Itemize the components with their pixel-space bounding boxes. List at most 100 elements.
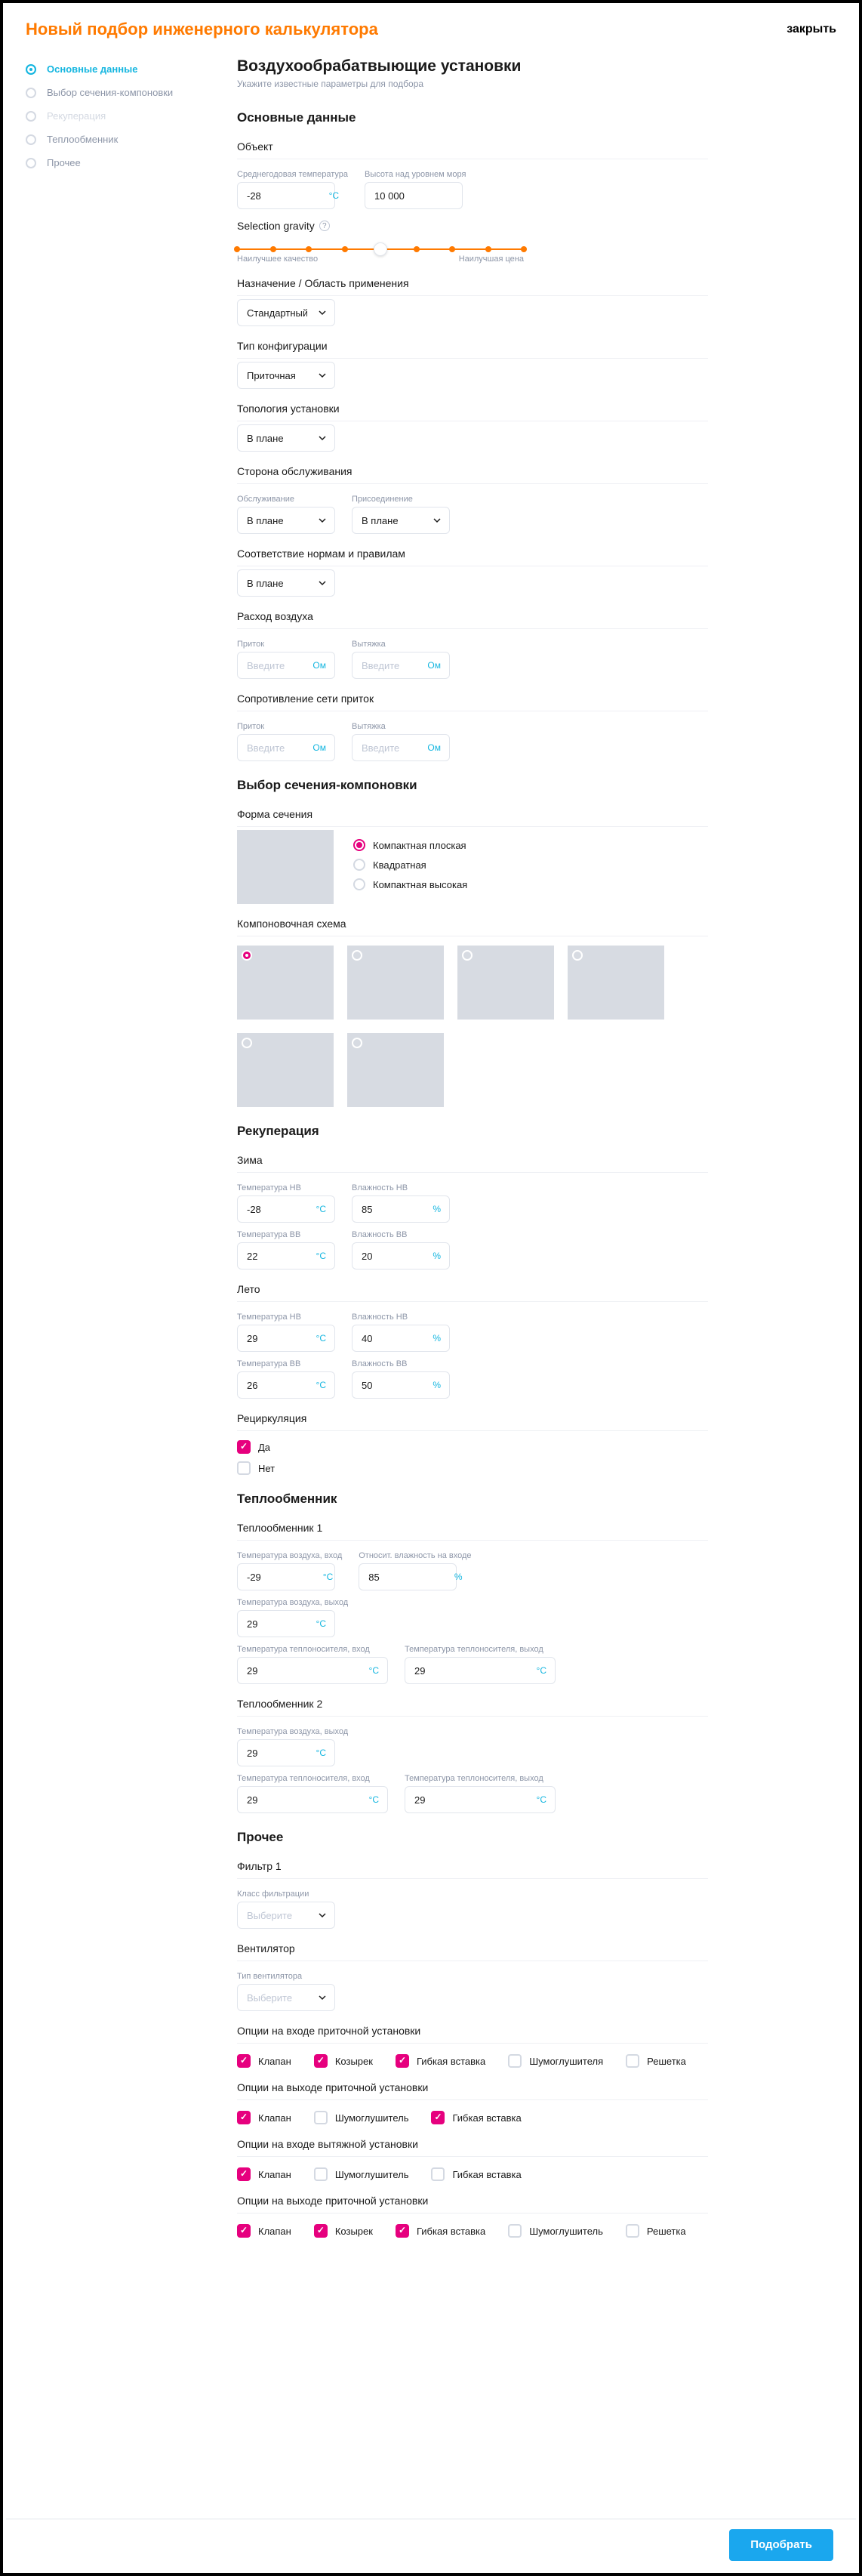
opt-out-supply2-checks: Клапан Козырек Гибкая вставка Шумоглушитель… [237,2224,708,2238]
purpose-select[interactable] [237,299,335,326]
group-opt-out-supply2: Опции на выходе приточной установки [237,2195,708,2214]
group-recirc: Рециркуляция [237,1412,708,1431]
gravity-slider[interactable] [237,248,524,250]
winter-h-nv[interactable] [352,1195,450,1223]
info-icon[interactable]: ? [319,221,330,231]
group-filter1: Фильтр 1 [237,1860,708,1879]
service-select[interactable] [237,507,335,534]
hx1-air-in-t[interactable] [237,1563,335,1590]
hx1-air-in-h[interactable] [359,1563,457,1590]
shape-preview [237,830,334,904]
step-recuperation[interactable]: Рекуперация [26,104,237,128]
option-checkbox[interactable]: Решетка [626,2224,686,2238]
group-fan: Вентилятор [237,1942,708,1961]
section-heat-exchanger: Теплообменник [237,1492,708,1507]
option-checkbox[interactable]: Гибкая вставка [396,2224,485,2238]
group-hx1: Теплообменник 1 [237,1522,708,1541]
option-checkbox[interactable]: Шумоглушителя [508,2054,603,2068]
modal-title: Новый подбор инженерного калькулятора [26,20,378,39]
group-shape: Форма сечения [237,808,708,827]
group-object: Объект [237,140,708,159]
shape-radio-compact-tall[interactable]: Компактная высокая [353,878,467,890]
avg-temp-input[interactable] [237,182,335,209]
submit-button[interactable]: Подобрать [729,2529,833,2561]
hx1-carrier-out-t[interactable] [405,1657,556,1684]
group-resistance: Сопротивление сети приток [237,693,708,711]
group-purpose: Назначение / Область применения [237,277,708,296]
close-button[interactable]: закрыть [787,23,836,36]
group-opt-in-supply: Опции на входе приточной установки [237,2025,708,2044]
option-checkbox[interactable]: Гибкая вставка [431,2167,521,2181]
connect-select[interactable] [352,507,450,534]
group-config-type: Тип конфигурации [237,340,708,359]
hx2-air-out-t[interactable] [237,1739,335,1766]
group-hx2: Теплообменник 2 [237,1698,708,1717]
group-summer: Лето [237,1283,708,1302]
group-opt-out-supply: Опции на выходе приточной установки [237,2081,708,2100]
summer-t-nv[interactable] [237,1325,335,1352]
summer-h-vv[interactable] [352,1371,450,1399]
opt-in-exhaust-checks: Клапан Шумоглушитель Гибкая вставка [237,2167,708,2181]
section-other: Прочее [237,1830,708,1845]
altitude-input[interactable] [365,182,463,209]
section-basic-data: Основные данные [237,110,708,125]
option-checkbox[interactable]: Клапан [237,2054,291,2068]
recirc-yes[interactable]: Да [237,1440,708,1454]
group-topology: Топология установки [237,403,708,421]
recirc-no[interactable]: Нет [237,1461,708,1475]
steps-sidebar: Основные данные Выбор сечения-компоновки… [26,57,237,2339]
page-title: Воздухообрабатвыющие установки [237,57,708,76]
layout-thumb[interactable] [347,1033,444,1107]
hx1-carrier-in-t[interactable] [237,1657,388,1684]
group-norms: Соответствие нормам и правилам [237,548,708,566]
hx2-carrier-in-t[interactable] [237,1786,388,1813]
hx2-carrier-out-t[interactable] [405,1786,556,1813]
group-winter: Зима [237,1154,708,1173]
option-checkbox[interactable]: Шумоглушитель [314,2167,409,2181]
resist-out-input[interactable] [352,734,450,761]
winter-t-nv[interactable] [237,1195,335,1223]
option-checkbox[interactable]: Шумоглушитель [508,2224,603,2238]
summer-t-vv[interactable] [237,1371,335,1399]
topology-select[interactable] [237,424,335,452]
fan-type-select[interactable] [237,1984,335,2011]
air-in-input[interactable] [237,652,335,679]
layout-thumb[interactable] [237,946,334,1020]
option-checkbox[interactable]: Решетка [626,2054,686,2068]
section-recuperation: Рекуперация [237,1124,708,1139]
air-out-input[interactable] [352,652,450,679]
step-heat-exchanger[interactable]: Теплообменник [26,128,237,151]
step-basic-data[interactable]: Основные данные [26,57,237,81]
footer-bar: Подобрать [6,2519,856,2570]
option-checkbox[interactable]: Гибкая вставка [431,2111,521,2124]
opt-in-supply-checks: Клапан Козырек Гибкая вставка Шумоглушителя… [237,2054,708,2068]
option-checkbox[interactable]: Клапан [237,2224,291,2238]
layout-thumb[interactable] [347,946,444,1020]
step-section-layout[interactable]: Выбор сечения-компоновки [26,81,237,104]
group-service-side: Сторона обслуживания [237,465,708,484]
group-opt-in-exhaust: Опции на входе вытяжной установки [237,2138,708,2157]
option-checkbox[interactable]: Клапан [237,2111,291,2124]
hx1-air-out-t[interactable] [237,1610,335,1637]
shape-radio-square[interactable]: Квадратная [353,859,467,871]
filter-class-select[interactable] [237,1902,335,1929]
resist-in-input[interactable] [237,734,335,761]
summer-h-nv[interactable] [352,1325,450,1352]
section-layout-selection: Выбор сечения-компоновки [237,778,708,793]
winter-t-vv[interactable] [237,1242,335,1269]
config-select[interactable] [237,362,335,389]
option-checkbox[interactable]: Козырек [314,2224,373,2238]
winter-h-vv[interactable] [352,1242,450,1269]
option-checkbox[interactable]: Шумоглушитель [314,2111,409,2124]
option-checkbox[interactable]: Козырек [314,2054,373,2068]
page-subtitle: Укажите известные параметры для подбора [237,79,708,89]
group-layout-scheme: Компоновочная схема [237,918,708,936]
step-other[interactable]: Прочее [26,151,237,174]
option-checkbox[interactable]: Гибкая вставка [396,2054,485,2068]
norms-select[interactable] [237,569,335,597]
layout-thumb[interactable] [457,946,554,1020]
shape-radio-compact-flat[interactable]: Компактная плоская [353,839,467,851]
layout-thumb[interactable] [237,1033,334,1107]
layout-thumb[interactable] [568,946,664,1020]
option-checkbox[interactable]: Клапан [237,2167,291,2181]
